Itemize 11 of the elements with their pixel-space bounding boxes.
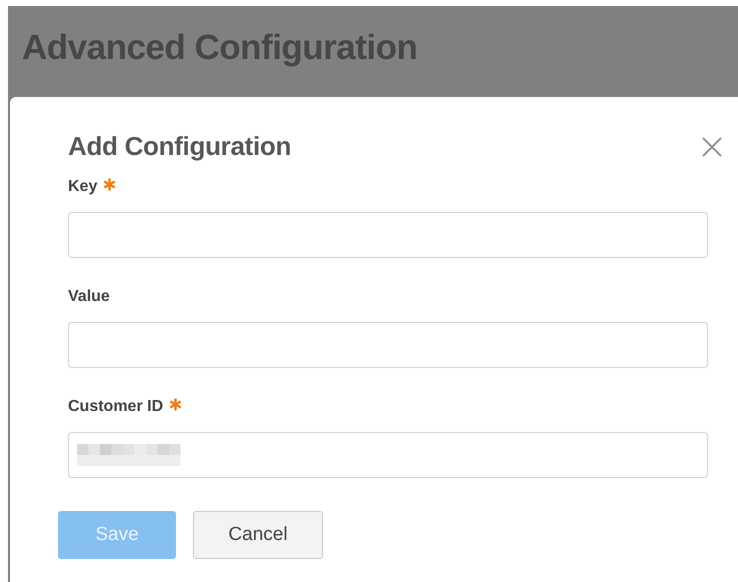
field-label: Value <box>68 288 110 306</box>
dialog-title: Add Configuration <box>68 131 292 162</box>
input-field[interactable] <box>68 322 708 368</box>
field-label: Customer ID <box>68 398 164 416</box>
cancel-button[interactable]: Cancel <box>193 511 323 559</box>
field-label: Key <box>68 178 98 196</box>
page-title: Advanced Configuration <box>21 27 418 69</box>
close-button[interactable] <box>700 134 724 158</box>
input-field[interactable] <box>68 432 708 478</box>
input-field[interactable] <box>68 212 708 258</box>
close-icon <box>701 136 723 158</box>
